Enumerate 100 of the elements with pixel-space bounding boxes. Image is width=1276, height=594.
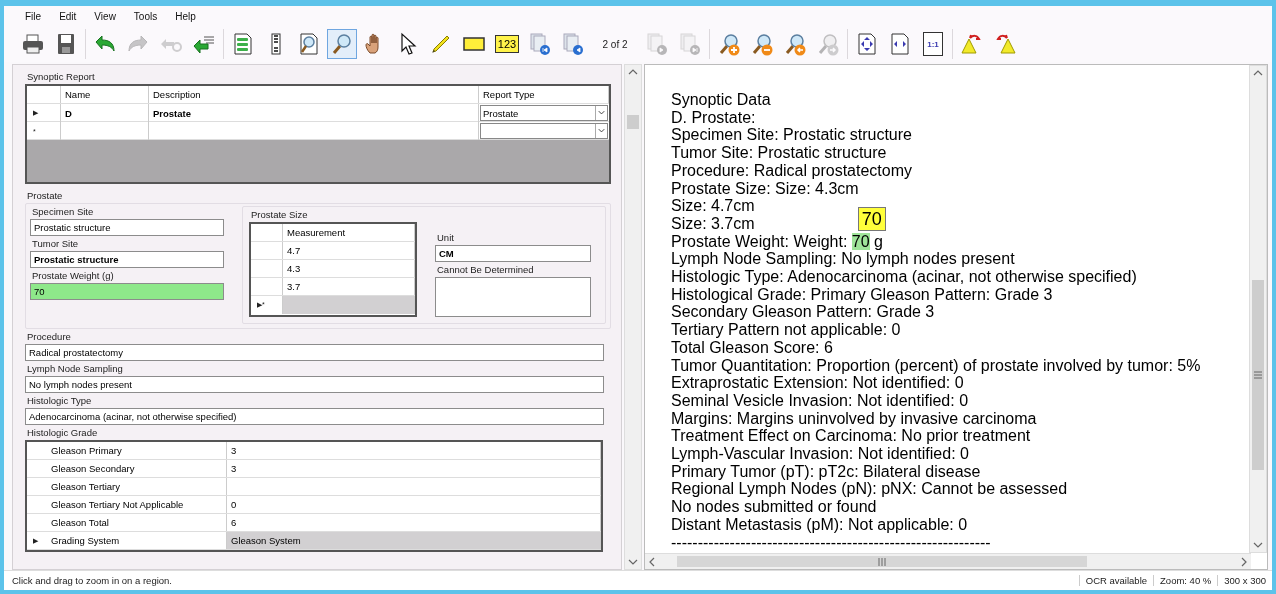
page-counter: 2 of 2 bbox=[601, 38, 629, 50]
fit-width-icon bbox=[888, 32, 912, 56]
document-line: Histological Grade: Primary Gleason Pattern: Grade 3 bbox=[671, 285, 1053, 304]
report-type-dropdown[interactable]: Prostate bbox=[480, 105, 608, 121]
status-panel: 300 x 300 bbox=[1217, 575, 1272, 586]
document-line: Secondary Gleason Pattern: Grade 3 bbox=[671, 303, 935, 322]
field-label: Lymph Node Sampling bbox=[27, 363, 124, 375]
status-panel: Zoom: 40 % bbox=[1153, 575, 1218, 586]
table-cell: 3.7 bbox=[287, 281, 301, 292]
column-header: Report Type bbox=[479, 86, 609, 103]
input-field[interactable]: Radical prostatectomy bbox=[25, 344, 604, 361]
table-cell: 3 bbox=[231, 463, 237, 474]
table-cell: Gleason Primary bbox=[51, 445, 122, 456]
document-line: Prostate Size: Size: 4.3cm bbox=[671, 179, 859, 198]
field-label: Histologic Type bbox=[27, 395, 93, 407]
scroll-grip-icon bbox=[1254, 371, 1262, 379]
document-line: Primary Tumor (pT): pT2c: Bilateral disease bbox=[671, 462, 981, 481]
table-cell: Gleason Total bbox=[51, 517, 109, 528]
input-field[interactable]: Prostatic structure bbox=[30, 219, 224, 236]
document-line: Tumor Site: Prostatic structure bbox=[671, 144, 887, 162]
highlighted-value: 70 bbox=[851, 232, 870, 250]
column-header: Description bbox=[149, 86, 479, 103]
field-label: Specimen Site bbox=[32, 206, 95, 218]
document-line: No nodes submitted or found bbox=[671, 498, 877, 516]
document-line: Seminal Vesicle Invasion: Not identified: 0 bbox=[671, 391, 969, 410]
scroll-thumb[interactable] bbox=[677, 556, 1087, 567]
input-field[interactable]: Adenocarcinoma (acinar, not otherwise specified) bbox=[25, 408, 604, 425]
vertical-scrollbar[interactable] bbox=[624, 64, 642, 570]
previous-page-icon bbox=[561, 32, 585, 56]
table-cell: D bbox=[65, 107, 72, 119]
document-line: Specimen Site: Prostatic structure bbox=[671, 126, 912, 145]
scroll-thumb[interactable] bbox=[627, 115, 639, 129]
next-page-icon bbox=[645, 32, 669, 56]
status-panel: OCR available bbox=[1078, 575, 1154, 586]
printer-icon bbox=[21, 32, 45, 56]
table-cell: Gleason Tertiary Not Applicable bbox=[51, 499, 184, 510]
new-row-cell[interactable] bbox=[283, 296, 415, 314]
document-line: Regional Lymph Nodes (pN): pNX: Cannot be assessed bbox=[671, 480, 1068, 499]
zoom-out-icon bbox=[750, 32, 774, 56]
table-cell: 4.7 bbox=[287, 245, 301, 256]
document-icon bbox=[231, 32, 255, 56]
magnifier-button[interactable] bbox=[327, 29, 357, 59]
vertical-scrollbar[interactable] bbox=[1249, 65, 1267, 553]
document-line: Total Gleason Score: 6 bbox=[671, 338, 833, 357]
table-cell: Gleason Secondary bbox=[51, 463, 135, 474]
document-line: Size: 4.7cm bbox=[671, 197, 755, 215]
status-message: Click and drag to zoom in on a region. bbox=[11, 575, 173, 586]
menu-item[interactable]: File bbox=[16, 10, 51, 22]
table-cell: 3 bbox=[231, 445, 237, 456]
table-cell: 6 bbox=[231, 517, 237, 528]
document-line: D. Prostate: bbox=[671, 108, 756, 127]
input-field[interactable]: CM bbox=[435, 245, 591, 262]
table-cell: 0 bbox=[231, 499, 237, 510]
menu-item[interactable]: Help bbox=[166, 10, 205, 22]
document-line: Lymph-Vascular Invasion: Not identified: 0 bbox=[671, 445, 969, 463]
menu-item[interactable]: Tools bbox=[124, 10, 167, 22]
table-cell: Prostate bbox=[153, 107, 191, 119]
document-line: Extraprostatic Extension: Not identified: 0 bbox=[671, 374, 964, 392]
document-line: Lymph Node Sampling: No lymph nodes present bbox=[671, 250, 1015, 269]
chevron-down-icon bbox=[595, 106, 607, 120]
first-page-icon bbox=[528, 32, 552, 56]
column-header: Measurement bbox=[283, 224, 415, 241]
table-cell: Gleason Tertiary bbox=[51, 481, 120, 492]
text-area[interactable] bbox=[435, 277, 591, 317]
menu-item[interactable]: Edit bbox=[50, 10, 86, 22]
scroll-thumb[interactable] bbox=[1252, 280, 1264, 470]
section-title: Synoptic Report bbox=[27, 71, 96, 83]
table-cell: Gleason System bbox=[231, 535, 301, 546]
group-title: Prostate Size bbox=[251, 209, 309, 221]
document-line: Size: 3.7cm bbox=[671, 214, 755, 233]
field-label: Tumor Site bbox=[32, 238, 80, 250]
menu-item[interactable]: View bbox=[85, 10, 125, 22]
document-line: Distant Metastasis (pM): Not applicable: 0 bbox=[671, 515, 968, 534]
section-title: Prostate bbox=[27, 190, 64, 202]
field-label: Cannot Be Determined bbox=[437, 264, 535, 276]
document-line: Margins: Margins uninvolved by invasive carcinoma bbox=[671, 409, 1037, 428]
field-label: Unit bbox=[437, 232, 455, 244]
document-line: Tertiary Pattern not applicable: 0 bbox=[671, 321, 901, 339]
input-field[interactable]: 70 bbox=[30, 283, 224, 300]
last-page-icon bbox=[678, 32, 702, 56]
magnifier-icon bbox=[330, 32, 354, 56]
table-cell: 4.3 bbox=[287, 263, 301, 274]
document-line: Histologic Type: Adenocarcinoma (acinar, not otherwise specified) bbox=[671, 268, 1137, 286]
column-header: Name bbox=[61, 86, 149, 103]
report-type-dropdown[interactable] bbox=[480, 123, 608, 139]
horizontal-scrollbar[interactable] bbox=[645, 553, 1251, 569]
zoom-in-icon bbox=[717, 32, 741, 56]
field-label: Histologic Grade bbox=[27, 427, 99, 439]
input-field[interactable]: No lymph nodes present bbox=[25, 376, 604, 393]
document-line: Synoptic Data bbox=[671, 91, 771, 109]
zoom-previous-icon bbox=[783, 32, 807, 56]
document-line: Tumor Quantitation: Proportion (percent) of prostate involved by tumor: 5% bbox=[671, 356, 1201, 375]
chevron-down-icon bbox=[595, 124, 607, 138]
table-cell: Grading System bbox=[51, 535, 120, 546]
document-line: ------------------------------------------------------------ bbox=[671, 533, 991, 552]
document-line: Procedure: Radical prostatectomy bbox=[671, 161, 912, 180]
magnifier-document-icon bbox=[297, 32, 321, 56]
field-label: Procedure bbox=[27, 331, 72, 343]
zoom-next-icon bbox=[816, 32, 840, 56]
input-field[interactable]: Prostatic structure bbox=[30, 251, 224, 268]
